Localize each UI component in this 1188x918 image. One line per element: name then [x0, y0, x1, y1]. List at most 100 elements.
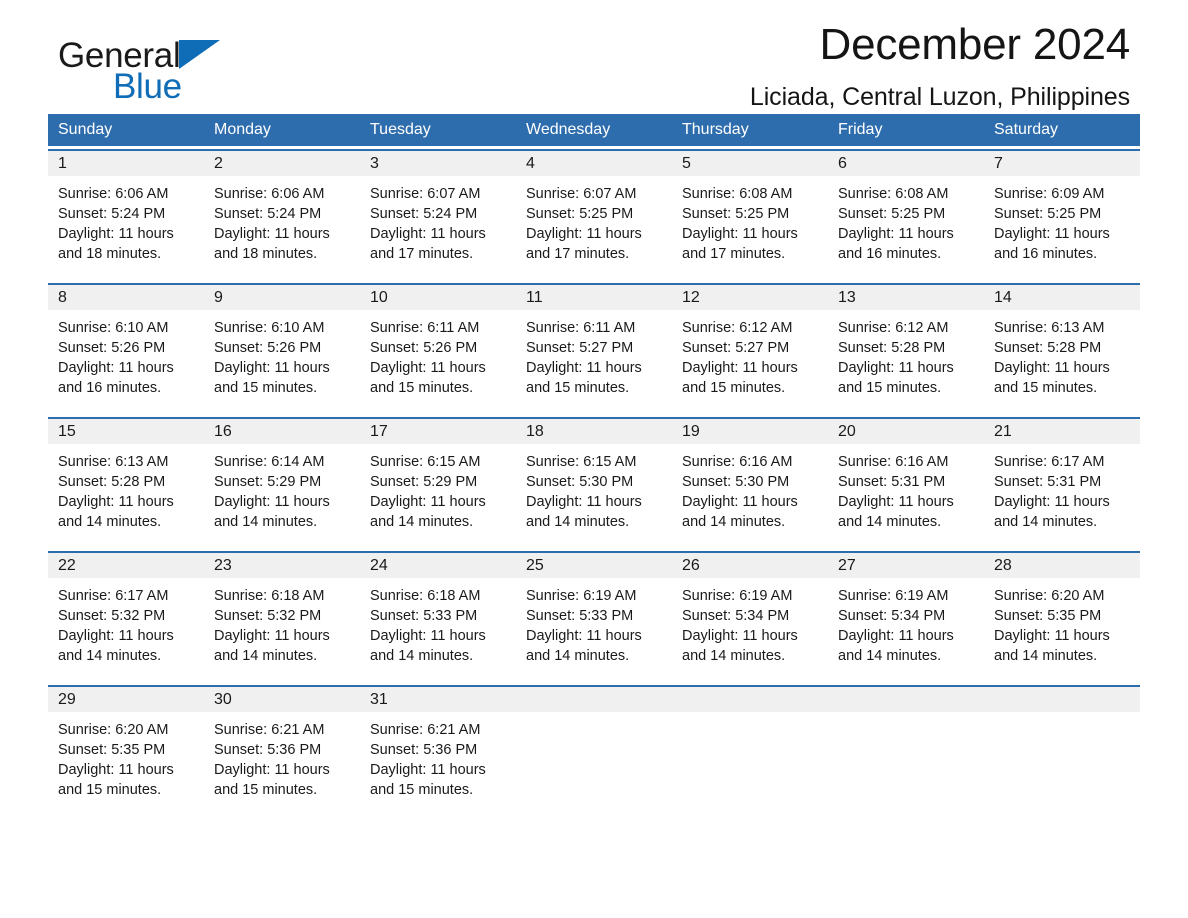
daylight-duration-line2: and 15 minutes. — [370, 380, 474, 396]
weekday-header-saturday: Saturday — [994, 121, 1059, 138]
day-details: Sunrise: 6:21 AM Sunset: 5:36 PM Daylight:… — [360, 712, 516, 800]
daylight-duration-line1: Daylight: 11 hours — [682, 494, 798, 510]
sunrise-time: Sunrise: 6:16 AM — [682, 454, 793, 470]
day-details: Sunrise: 6:16 AM Sunset: 5:30 PM Daylight:… — [672, 444, 828, 532]
sunset-time: Sunset: 5:35 PM — [58, 742, 166, 758]
daylight-duration-line1: Daylight: 11 hours — [58, 628, 174, 644]
sunrise-time: Sunrise: 6:08 AM — [838, 186, 949, 202]
sunrise-time: Sunrise: 6:17 AM — [58, 588, 169, 604]
daylight-duration-line2: and 16 minutes. — [994, 246, 1098, 262]
sunset-time: Sunset: 5:31 PM — [994, 474, 1102, 490]
daylight-duration-line2: and 14 minutes. — [370, 648, 474, 664]
day-cell[interactable]: 1 Sunrise: 6:06 AM Sunset: 5:24 PM Daylight… — [48, 151, 204, 273]
logo-text-general: General — [58, 38, 258, 73]
daylight-duration-line2: and 14 minutes. — [58, 514, 162, 530]
sunset-time: Sunset: 5:33 PM — [370, 608, 478, 624]
day-cell[interactable]: 11 Sunrise: 6:11 AM Sunset: 5:27 PM Dayligh… — [516, 285, 672, 407]
day-number: 16 — [204, 419, 360, 444]
location-subtitle: Liciada, Central Luzon, Philippines — [749, 82, 1130, 111]
day-cell[interactable]: 7 Sunrise: 6:09 AM Sunset: 5:25 PM Daylight… — [984, 151, 1140, 273]
daylight-duration-line2: and 15 minutes. — [214, 380, 318, 396]
day-cell[interactable]: 2 Sunrise: 6:06 AM Sunset: 5:24 PM Daylight… — [204, 151, 360, 273]
day-number: 31 — [360, 687, 516, 712]
sunset-time: Sunset: 5:25 PM — [994, 206, 1102, 222]
day-cell[interactable]: 25 Sunrise: 6:19 AM Sunset: 5:33 PM Dayligh… — [516, 553, 672, 675]
day-cell[interactable]: 8 Sunrise: 6:10 AM Sunset: 5:26 PM Daylight… — [48, 285, 204, 407]
daylight-duration-line1: Daylight: 11 hours — [838, 494, 954, 510]
day-cell[interactable]: 31 Sunrise: 6:21 AM Sunset: 5:36 PM Dayligh… — [360, 687, 516, 809]
day-number: 8 — [48, 285, 204, 310]
generalblue-logo[interactable]: General Blue — [58, 38, 258, 114]
sunset-time: Sunset: 5:33 PM — [526, 608, 634, 624]
day-details: Sunrise: 6:10 AM Sunset: 5:26 PM Daylight:… — [204, 310, 360, 398]
day-cell[interactable]: 26 Sunrise: 6:19 AM Sunset: 5:34 PM Dayligh… — [672, 553, 828, 675]
day-cell[interactable]: 3 Sunrise: 6:07 AM Sunset: 5:24 PM Daylight… — [360, 151, 516, 273]
day-number: 13 — [828, 285, 984, 310]
day-cell-empty — [672, 687, 828, 809]
page-masthead: General Blue December 2024 Liciada, Cent… — [48, 0, 1140, 111]
daylight-duration-line1: Daylight: 11 hours — [682, 226, 798, 242]
daylight-duration-line2: and 15 minutes. — [838, 380, 942, 396]
day-number: 17 — [360, 419, 516, 444]
logo-word-general: General — [58, 36, 181, 75]
day-cell[interactable]: 30 Sunrise: 6:21 AM Sunset: 5:36 PM Dayligh… — [204, 687, 360, 809]
day-cell[interactable]: 13 Sunrise: 6:12 AM Sunset: 5:28 PM Dayligh… — [828, 285, 984, 407]
page-title: December 2024 — [819, 20, 1131, 69]
sunrise-sunset-calendar: Sunday Monday Tuesday Wednesday Thursday Frid… — [48, 114, 1140, 809]
day-cell[interactable]: 5 Sunrise: 6:08 AM Sunset: 5:25 PM Daylight… — [672, 151, 828, 273]
day-number — [828, 687, 984, 712]
day-cell[interactable]: 23 Sunrise: 6:18 AM Sunset: 5:32 PM Dayligh… — [204, 553, 360, 675]
day-cell[interactable]: 24 Sunrise: 6:18 AM Sunset: 5:33 PM Dayligh… — [360, 553, 516, 675]
day-cell[interactable]: 12 Sunrise: 6:12 AM Sunset: 5:27 PM Dayligh… — [672, 285, 828, 407]
sunset-time: Sunset: 5:28 PM — [994, 340, 1102, 356]
daylight-duration-line1: Daylight: 11 hours — [370, 360, 486, 376]
day-cell[interactable]: 28 Sunrise: 6:20 AM Sunset: 5:35 PM Dayligh… — [984, 553, 1140, 675]
day-cell[interactable]: 9 Sunrise: 6:10 AM Sunset: 5:26 PM Daylight… — [204, 285, 360, 407]
day-number — [984, 687, 1140, 712]
day-details: Sunrise: 6:18 AM Sunset: 5:33 PM Daylight:… — [360, 578, 516, 666]
weekday-header-monday: Monday — [214, 121, 271, 138]
day-number: 25 — [516, 553, 672, 578]
day-cell[interactable]: 16 Sunrise: 6:14 AM Sunset: 5:29 PM Dayligh… — [204, 419, 360, 541]
sunrise-time: Sunrise: 6:21 AM — [214, 722, 325, 738]
daylight-duration-line1: Daylight: 11 hours — [214, 226, 330, 242]
day-cell[interactable]: 20 Sunrise: 6:16 AM Sunset: 5:31 PM Dayligh… — [828, 419, 984, 541]
day-number: 19 — [672, 419, 828, 444]
day-number: 10 — [360, 285, 516, 310]
daylight-duration-line2: and 17 minutes. — [370, 246, 474, 262]
sunset-time: Sunset: 5:26 PM — [370, 340, 478, 356]
day-cell[interactable]: 27 Sunrise: 6:19 AM Sunset: 5:34 PM Dayligh… — [828, 553, 984, 675]
sunset-time: Sunset: 5:34 PM — [682, 608, 790, 624]
day-number: 4 — [516, 151, 672, 176]
sunrise-time: Sunrise: 6:19 AM — [838, 588, 949, 604]
sunset-time: Sunset: 5:24 PM — [214, 206, 322, 222]
daylight-duration-line2: and 14 minutes. — [526, 514, 630, 530]
day-cell[interactable]: 29 Sunrise: 6:20 AM Sunset: 5:35 PM Dayligh… — [48, 687, 204, 809]
day-cell[interactable]: 4 Sunrise: 6:07 AM Sunset: 5:25 PM Daylight… — [516, 151, 672, 273]
day-cell[interactable]: 15 Sunrise: 6:13 AM Sunset: 5:28 PM Dayligh… — [48, 419, 204, 541]
daylight-duration-line1: Daylight: 11 hours — [682, 628, 798, 644]
daylight-duration-line2: and 14 minutes. — [838, 514, 942, 530]
sunset-time: Sunset: 5:25 PM — [682, 206, 790, 222]
sunrise-time: Sunrise: 6:19 AM — [526, 588, 637, 604]
day-cell[interactable]: 22 Sunrise: 6:17 AM Sunset: 5:32 PM Dayligh… — [48, 553, 204, 675]
day-cell[interactable]: 14 Sunrise: 6:13 AM Sunset: 5:28 PM Dayligh… — [984, 285, 1140, 407]
daylight-duration-line2: and 14 minutes. — [838, 648, 942, 664]
day-details: Sunrise: 6:19 AM Sunset: 5:33 PM Daylight:… — [516, 578, 672, 666]
day-cell[interactable]: 18 Sunrise: 6:15 AM Sunset: 5:30 PM Dayligh… — [516, 419, 672, 541]
sunrise-time: Sunrise: 6:11 AM — [526, 320, 636, 336]
daylight-duration-line1: Daylight: 11 hours — [58, 360, 174, 376]
daylight-duration-line2: and 14 minutes. — [994, 648, 1098, 664]
calendar-weeks: 1 Sunrise: 6:06 AM Sunset: 5:24 PM Daylight… — [48, 149, 1140, 809]
calendar-week-row: 29 Sunrise: 6:20 AM Sunset: 5:35 PM Dayligh… — [48, 685, 1140, 809]
day-details: Sunrise: 6:21 AM Sunset: 5:36 PM Daylight:… — [204, 712, 360, 800]
day-cell[interactable]: 10 Sunrise: 6:11 AM Sunset: 5:26 PM Dayligh… — [360, 285, 516, 407]
daylight-duration-line2: and 17 minutes. — [682, 246, 786, 262]
day-cell[interactable]: 6 Sunrise: 6:08 AM Sunset: 5:25 PM Daylight… — [828, 151, 984, 273]
day-cell[interactable]: 19 Sunrise: 6:16 AM Sunset: 5:30 PM Dayligh… — [672, 419, 828, 541]
day-number: 20 — [828, 419, 984, 444]
day-cell[interactable]: 17 Sunrise: 6:15 AM Sunset: 5:29 PM Dayligh… — [360, 419, 516, 541]
day-cell[interactable]: 21 Sunrise: 6:17 AM Sunset: 5:31 PM Dayligh… — [984, 419, 1140, 541]
sunset-time: Sunset: 5:25 PM — [526, 206, 634, 222]
day-details: Sunrise: 6:15 AM Sunset: 5:30 PM Daylight:… — [516, 444, 672, 532]
